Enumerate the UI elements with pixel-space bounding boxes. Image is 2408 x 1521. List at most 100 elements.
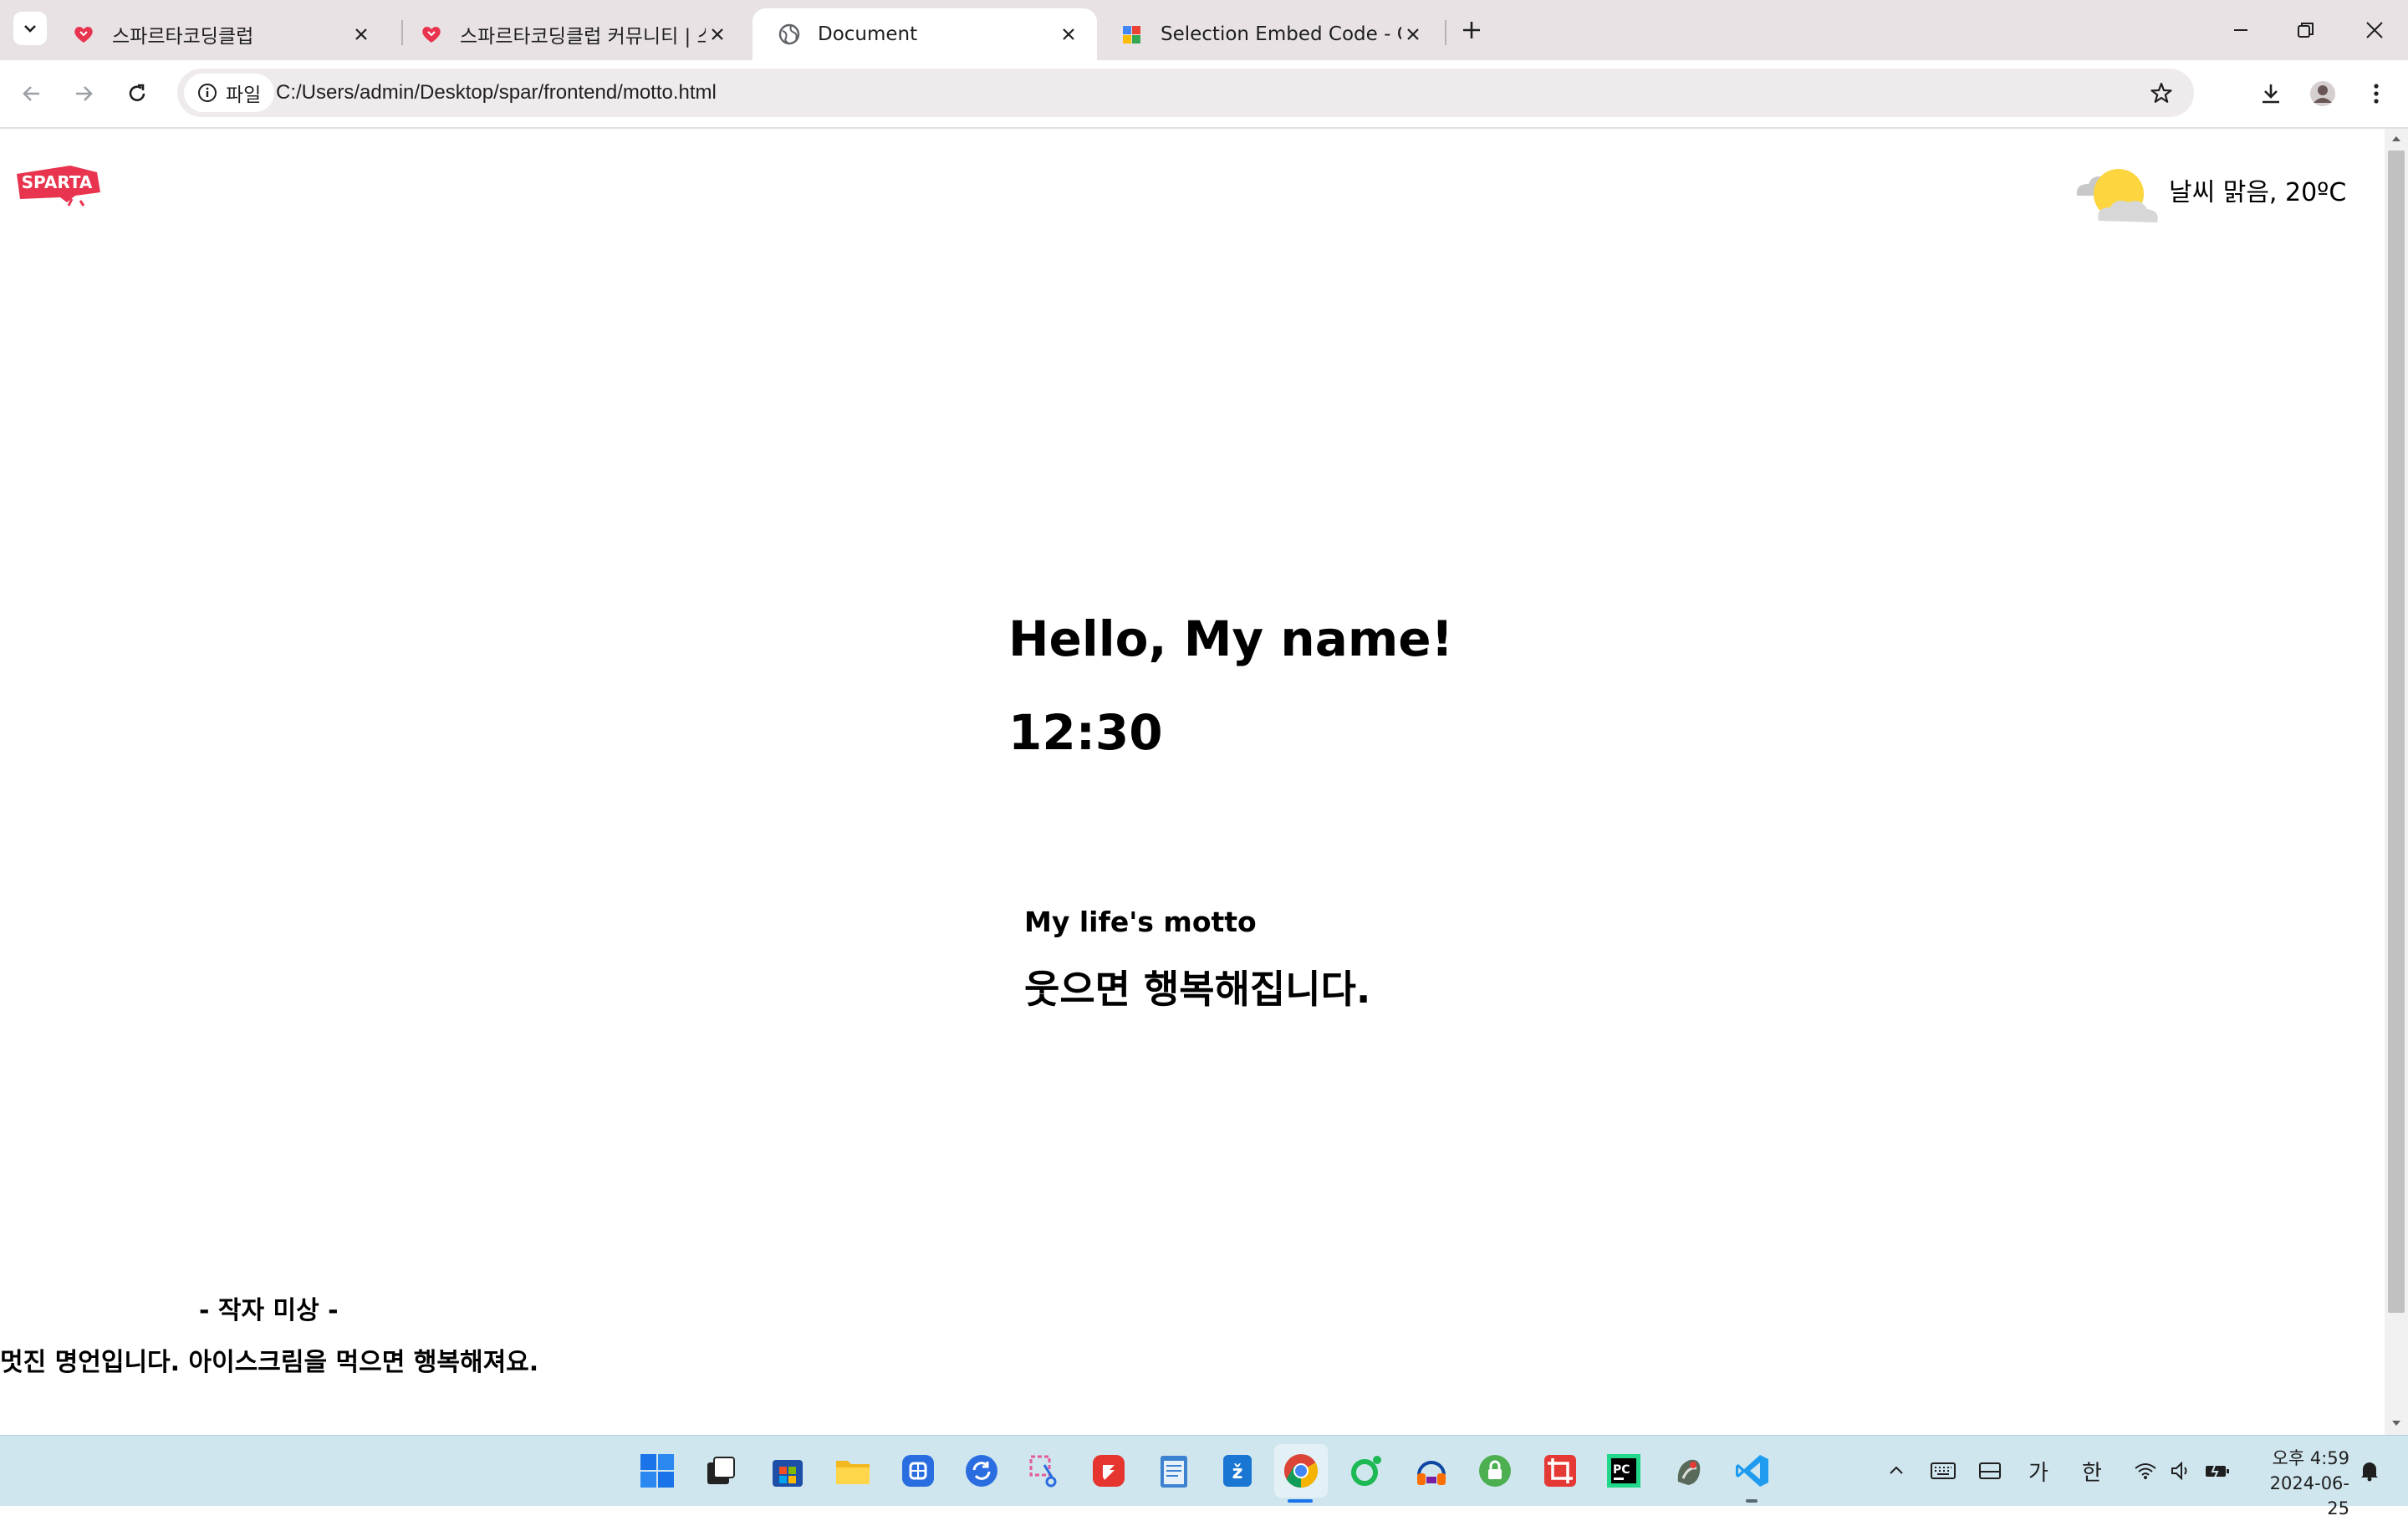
tab-document[interactable]: Document [752,8,1097,60]
arrow-left-icon [23,86,39,101]
bell-icon [2361,1462,2378,1482]
clock-date: 2024-06-25 [2269,1473,2349,1518]
restore-button[interactable] [2288,12,2324,48]
motto-text: 웃으면 행복해집니다. [1024,967,1371,1012]
green-lock-app[interactable] [1475,1451,1515,1491]
avatar-icon [2310,81,2335,106]
minimize-button[interactable] [2222,12,2259,48]
address-bar[interactable]: 파일 C:/Users/admin/Desktop/spar/frontend/… [177,69,2194,117]
tortoise-icon [1677,1459,1701,1485]
snipping-tool-app[interactable] [1025,1451,1065,1491]
site-info-chip[interactable]: 파일 [184,74,275,112]
sync-icon [966,1455,997,1487]
store-app[interactable] [768,1451,808,1491]
weather-widget: 날씨 맑음, 20ºC [2070,152,2346,227]
pycharm-icon: PC [1607,1454,1640,1488]
partly-cloudy-icon [2076,169,2158,222]
kebab-menu-icon [2374,84,2379,104]
scroll-down-arrow-icon[interactable] [2390,1416,2403,1430]
chrome-app[interactable] [1281,1451,1321,1491]
close-tab-icon[interactable] [1057,23,1080,46]
headphones-app[interactable] [1411,1451,1451,1491]
windows-taskbar: ž PC 가 한 오후 4:59 2024-06-25 [0,1435,2408,1518]
svg-text:PC: PC [1613,1463,1630,1477]
svg-text:ž: ž [1232,1462,1243,1483]
greeting-section: Hello, My name! 12:30 [1008,607,1453,764]
reload-button[interactable] [119,75,156,112]
pen-menu-button[interactable] [1973,1454,2007,1488]
lock-icon [1479,1455,1511,1487]
close-window-button[interactable] [2356,12,2393,48]
keyboard-icon [1931,1462,1956,1479]
chevron-down-icon [24,25,36,33]
touch-keyboard-button[interactable] [1926,1454,1960,1488]
profile-button[interactable] [2304,75,2341,112]
bookmark-button[interactable] [2144,75,2179,110]
task-view-button[interactable] [701,1451,741,1491]
running-indicator [1746,1499,1758,1503]
red-app[interactable] [1089,1451,1129,1491]
star-icon [2150,82,2172,103]
close-tab-icon[interactable] [706,23,729,46]
forward-button[interactable] [65,75,102,112]
windows-logo-icon [640,1454,674,1488]
tab-selection-embed[interactable]: Selection Embed Code - Goo [1095,8,1441,60]
tortoise-app[interactable] [1669,1451,1709,1491]
notepad-app[interactable] [1154,1451,1194,1491]
vscode-icon [1736,1455,1768,1487]
chevron-up-icon [1890,1466,1903,1474]
reload-icon [129,84,145,101]
blue-square-app[interactable] [898,1451,938,1491]
speaker-icon [2171,1461,2187,1481]
red-square-icon [1093,1455,1125,1487]
sparta-heart-icon [422,27,441,43]
info-icon [198,84,217,102]
scrollbar-thumb[interactable] [2388,151,2405,1313]
wifi-status[interactable] [2130,1454,2161,1488]
tab-search-button[interactable] [13,12,47,45]
close-tab-icon[interactable] [1401,23,1425,46]
downloads-button[interactable] [2252,75,2289,112]
tab-separator [1445,20,1446,45]
translate-app[interactable]: ž [1217,1451,1258,1491]
show-hidden-icons-button[interactable] [1883,1454,1910,1488]
notifications-button[interactable] [2354,1454,2385,1488]
battery-status[interactable] [2201,1454,2234,1488]
close-tab-icon[interactable] [349,23,373,46]
tab-sparta[interactable]: 스파르타코딩클럽 [47,8,390,60]
vscode-app[interactable] [1732,1451,1773,1491]
logo-text: SPARTA [22,172,93,192]
green-circle-app[interactable] [1346,1451,1386,1491]
clock-display: 12:30 [1008,704,1163,761]
start-button[interactable] [637,1451,677,1491]
url-text[interactable]: C:/Users/admin/Desktop/spar/frontend/mot… [276,69,717,117]
sparta-logo[interactable]: SPARTA [12,162,104,209]
ime-language-indicator[interactable]: 한 [2075,1454,2109,1488]
menu-button[interactable] [2358,75,2395,112]
tab-sparta-community[interactable]: 스파르타코딩클럽 커뮤니티 | 스 [395,8,746,60]
new-tab-button[interactable] [1455,13,1488,47]
page-scrollbar[interactable] [2385,129,2408,1435]
volume-status[interactable] [2166,1454,2196,1488]
system-clock[interactable]: 오후 4:59 2024-06-25 [2249,1446,2349,1521]
scissors-icon [1029,1455,1057,1488]
sparta-logo-icon: SPARTA [17,166,100,207]
ime-mode-indicator[interactable]: 가 [2022,1454,2055,1488]
scroll-up-arrow-icon[interactable] [2390,132,2403,145]
chrome-icon [1284,1454,1318,1488]
greeting-title: Hello, My name! [1008,610,1454,667]
translate-icon: ž [1223,1455,1252,1487]
file-explorer-app[interactable] [833,1451,873,1491]
weather-text: 날씨 맑음, 20ºC [2169,178,2347,207]
crop-app[interactable] [1540,1451,1580,1491]
sync-app[interactable] [962,1451,1002,1491]
sparta-heart-icon [74,27,93,43]
browser-toolbar: 파일 C:/Users/admin/Desktop/spar/frontend/… [0,60,2408,129]
green-circle-icon [1351,1456,1381,1486]
back-button[interactable] [13,75,50,112]
minimize-icon [2234,29,2247,31]
notepad-icon [1161,1456,1187,1488]
pycharm-app[interactable]: PC [1604,1451,1644,1491]
author-text: - 작자 미상 - [199,1296,339,1325]
scheme-label: 파일 [226,84,262,106]
